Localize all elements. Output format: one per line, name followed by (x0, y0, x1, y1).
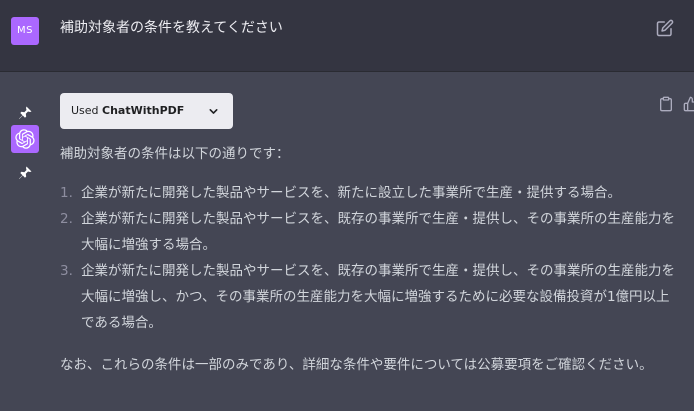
list-item: 2. 企業が新たに開発した製品やサービスを、既存の事業所で生産・提供し、その事業… (60, 206, 675, 258)
list-item-text: である場合。 (81, 315, 162, 331)
plugin-used-label: Used (71, 104, 103, 117)
list-item-number: 1. (60, 185, 73, 201)
answer-outro: なお、これらの条件は一部のみであり、詳細な条件や要件については公募要項をご確認く… (60, 357, 653, 373)
list-item-text: 企業が新たに開発した製品やサービスを、新たに設立した事業所で生産・提供する場合。 (81, 185, 621, 201)
clipboard-icon[interactable] (658, 96, 674, 112)
openai-logo-icon (15, 129, 35, 149)
user-message-text: 補助対象者の条件を教えてください (60, 20, 283, 36)
plugin-name: ChatWithPDF (102, 104, 185, 117)
chevron-down-icon (209, 109, 218, 114)
pin-icon[interactable] (17, 165, 33, 181)
answer-intro: 補助対象者の条件は以下の通りです： (60, 146, 290, 162)
plugin-used-toggle[interactable]: Used ChatWithPDF (60, 93, 233, 129)
list-item: 3. 企業が新たに開発した製品やサービスを、既存の事業所で生産・提供し、その事業… (60, 258, 675, 336)
list-item-text: 大幅に増強する場合。 (81, 237, 216, 253)
list-item-number: 3. (60, 263, 73, 279)
list-item-text: 企業が新たに開発した製品やサービスを、既存の事業所で生産・提供し、その事業所の生… (81, 263, 675, 279)
edit-icon[interactable] (656, 19, 674, 37)
list-item-number: 2. (60, 211, 73, 227)
thumbs-up-icon[interactable] (683, 96, 694, 112)
user-avatar: MS (11, 17, 39, 45)
list-item: 1. 企業が新たに開発した製品やサービスを、新たに設立した事業所で生産・提供する… (60, 180, 660, 206)
conditions-list: 1. 企業が新たに開発した製品やサービスを、新たに設立した事業所で生産・提供する… (60, 180, 675, 336)
assistant-message-row: Used ChatWithPDF 補助対象者の条件は以下の通りです： 1. 企業… (0, 72, 694, 411)
user-message-row: MS 補助対象者の条件を教えてください (0, 0, 694, 72)
list-item-text: 大幅に増強し、かつ、その事業所の生産能力を大幅に増強するために必要な設備投資が1… (81, 289, 670, 305)
list-item-text: 企業が新たに開発した製品やサービスを、既存の事業所で生産・提供し、その事業所の生… (81, 211, 675, 227)
assistant-avatar (11, 125, 39, 153)
pin-icon[interactable] (17, 105, 33, 121)
